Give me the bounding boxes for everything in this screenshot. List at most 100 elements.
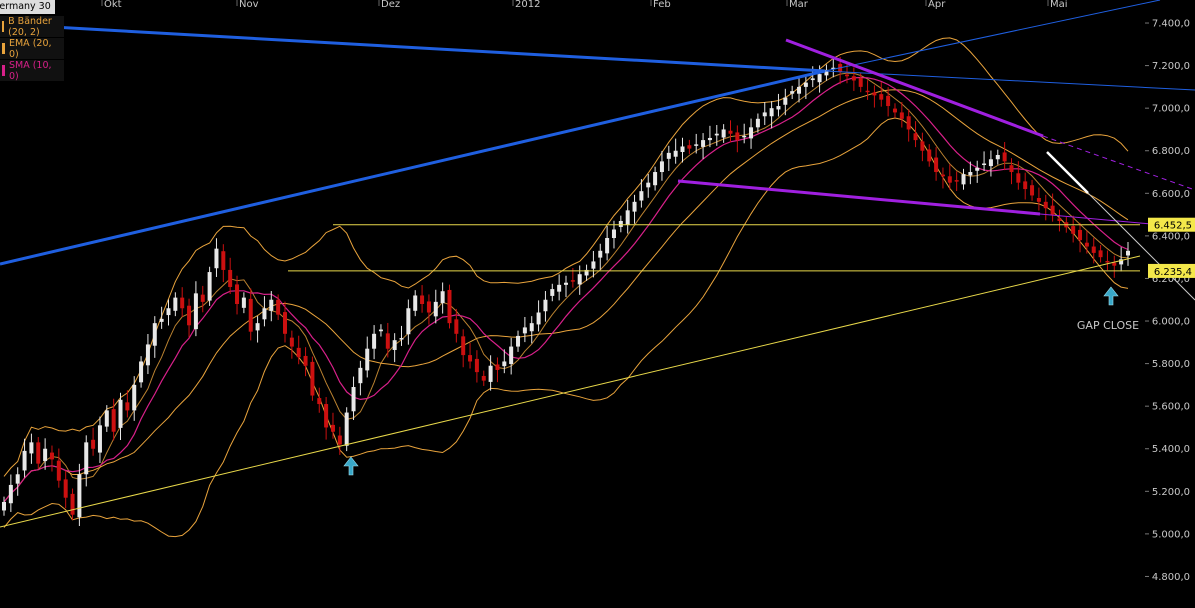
instrument-title: Germany 30 (0, 1, 51, 12)
y-tick-label: 5.400,0 (1152, 444, 1190, 455)
candle-body (886, 95, 891, 107)
purple-lower-channel (677, 179, 1041, 216)
candle-body (906, 116, 911, 130)
candle-body (1002, 152, 1007, 162)
candle-body (221, 251, 226, 270)
candle-body (714, 133, 719, 136)
candle-body (728, 130, 733, 134)
candle-body (84, 442, 89, 475)
candle-body (995, 155, 1000, 160)
candle-body (536, 312, 541, 325)
candle-body (317, 398, 322, 405)
candle-body (22, 450, 27, 471)
candle-body (1043, 201, 1048, 209)
candle-body (947, 176, 952, 183)
candle-body (509, 346, 514, 365)
legend-swatch (2, 21, 5, 32)
candle-body (1057, 218, 1062, 221)
candle-body (447, 289, 452, 324)
price-chart[interactable]: 4.800,0 5.000,0 5.200,0 5.400,0 5.600,0 5.800… (0, 0, 1195, 608)
candle-body (899, 112, 904, 119)
candle-body (913, 133, 918, 141)
legend-item-sma[interactable]: SMA (10, 0) (0, 59, 64, 82)
candle-body (666, 152, 671, 159)
candle-body (927, 149, 932, 162)
legend-label: EMA (20, 0) (8, 37, 52, 60)
legend-swatch (2, 43, 5, 54)
candle-body (934, 157, 939, 173)
candle-body (351, 387, 356, 412)
candle-body (988, 159, 993, 167)
y-tick-label: 4.800,0 (1152, 572, 1190, 583)
candle-body (577, 274, 582, 285)
candle-body (255, 323, 260, 331)
candle-body (372, 333, 377, 349)
x-tick-label: Okt (104, 0, 122, 10)
candle-body (982, 163, 987, 166)
candle-body (1126, 250, 1130, 256)
instrument-title-tab[interactable]: Germany 30 (0, 0, 55, 14)
price-tag-label: 6.452,5 (1154, 221, 1192, 232)
candle-body (481, 375, 486, 381)
candle-body (104, 410, 109, 427)
candle-body (180, 297, 185, 309)
candle-body (845, 74, 849, 77)
candle-body (426, 301, 431, 313)
candle-body (269, 299, 274, 311)
candle-body (433, 301, 438, 317)
legend-item-ema[interactable]: EMA (20, 0) (0, 37, 64, 60)
x-axis: Okt Nov Dez 2012 Feb Mar Apr Mai (101, 0, 1068, 10)
x-tick-label: Dez (381, 0, 400, 10)
candle-body (975, 167, 980, 171)
candle-body (879, 94, 884, 100)
y-tick-label: 5.000,0 (1152, 529, 1190, 540)
candle-body (803, 82, 808, 87)
lower-band (3, 117, 1129, 538)
candle-body (214, 248, 219, 269)
candle-body (406, 308, 411, 335)
candle-body (1023, 181, 1028, 190)
candle-body (495, 364, 500, 370)
y-tick-label: 6.800,0 (1152, 146, 1190, 157)
legend-item-bbands[interactable]: B Bänder (20, 2) (0, 15, 64, 38)
candle-body (872, 92, 877, 96)
y-tick-label: 5.600,0 (1152, 402, 1190, 413)
candle-body (687, 145, 692, 149)
candle-body (8, 484, 13, 504)
candle-body (605, 238, 610, 254)
legend-label: B Bänder (20, 2) (8, 15, 52, 38)
candle-body (49, 452, 54, 460)
legend-swatch (2, 65, 5, 76)
candle-body (413, 295, 418, 311)
candle-body (474, 358, 479, 373)
price-tags: 6.452,5 6.235,4 (1148, 217, 1195, 278)
candle-body (790, 91, 795, 94)
candle-body (152, 323, 157, 346)
candle-body (461, 336, 466, 356)
candle-body (591, 261, 596, 269)
candle-body (283, 312, 287, 334)
candle-body (228, 269, 233, 287)
candle-body (1105, 261, 1110, 263)
x-tick-label: Apr (928, 0, 946, 10)
candle-body (783, 97, 788, 105)
candle-body (858, 77, 863, 87)
candle-body (1016, 173, 1021, 183)
white-trend-line (1046, 151, 1089, 194)
candle-body (639, 191, 644, 201)
candle-body (29, 442, 34, 454)
candle-body (550, 289, 555, 296)
price-tag-label: 6.235,4 (1154, 267, 1192, 278)
candle-body (385, 333, 390, 349)
y-tick-label: 7.400,0 (1152, 19, 1190, 30)
legend-label: SMA (10, 0) (8, 59, 52, 82)
candle-body (529, 323, 534, 332)
candle-body (303, 355, 308, 366)
candle-body (15, 474, 20, 484)
trendlines (0, 0, 1195, 528)
candle-body (1071, 226, 1076, 234)
candle-body (241, 297, 246, 308)
y-tick-label: 6.600,0 (1152, 189, 1190, 200)
x-tick-label: 2012 (515, 0, 540, 10)
candle-body (207, 272, 212, 301)
